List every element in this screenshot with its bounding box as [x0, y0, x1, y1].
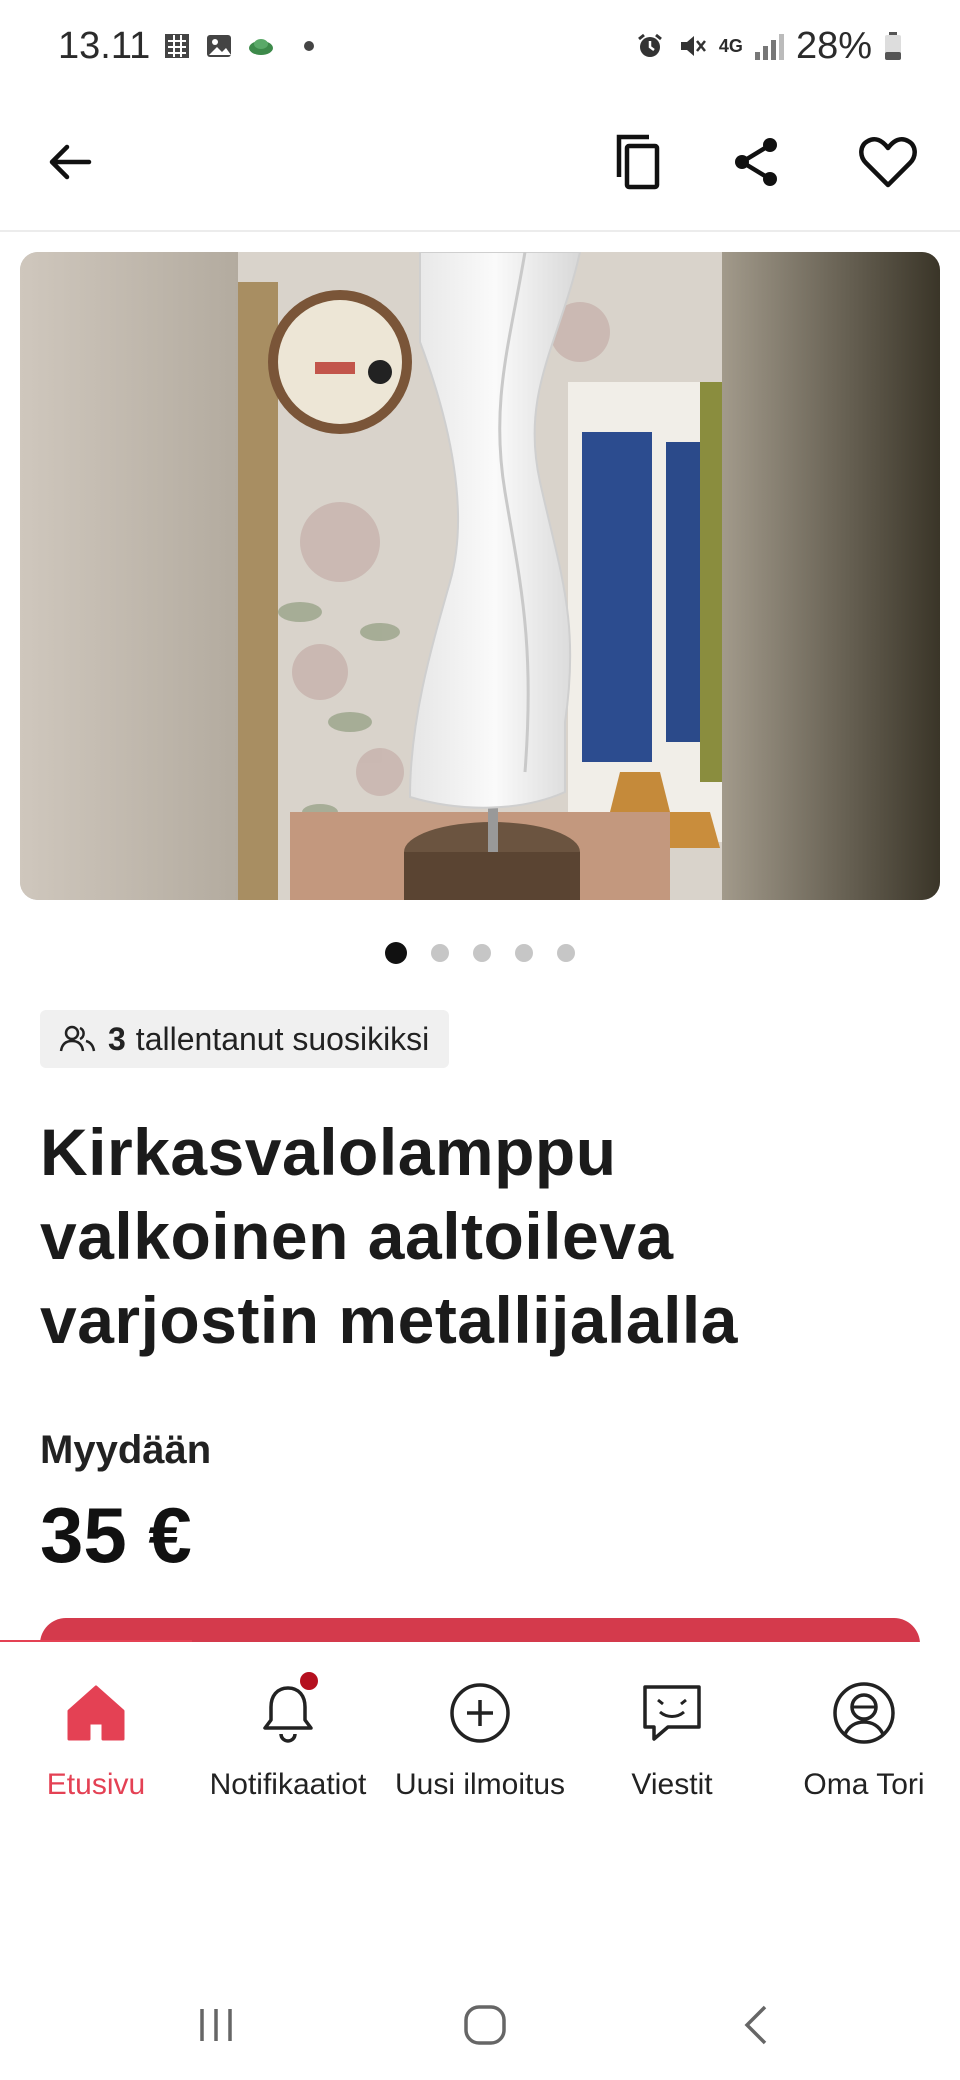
plus-circle-icon [450, 1683, 510, 1743]
favorites-text: tallentanut suosikiksi [135, 1020, 430, 1057]
pager-dot-active[interactable] [385, 942, 407, 964]
home-circle-icon [464, 2005, 506, 2045]
nav-label-notifications: Notifikaatiot [209, 1768, 367, 1801]
nav-item-home[interactable]: Etusivu [0, 1642, 192, 1838]
favorites-badge: 3 tallentanut suosikiksi [40, 1010, 450, 1068]
alarm-icon [637, 33, 662, 57]
recent-apps-icon [200, 2009, 232, 2041]
status-time: 13.11 [58, 24, 151, 67]
pager-dot[interactable] [473, 944, 491, 962]
nav-item-profile[interactable]: Oma Tori [768, 1642, 960, 1838]
nav-label-new-listing: Uusi ilmoitus [394, 1768, 566, 1801]
leaf-app-icon [249, 39, 274, 55]
favorites-count: 3 [108, 1020, 126, 1057]
notification-app-icon [165, 34, 190, 58]
share-icon [735, 138, 777, 186]
copy-button[interactable] [598, 122, 678, 202]
back-button[interactable] [30, 122, 110, 202]
nav-item-messages[interactable]: Viestit [576, 1642, 768, 1838]
heart-icon [859, 137, 917, 188]
bottom-navigation: Etusivu Notifikaatiot Uusi ilmoitus Vies… [0, 1642, 960, 1838]
bell-icon [263, 1686, 313, 1743]
top-app-bar [0, 92, 960, 232]
notification-badge [300, 1672, 318, 1690]
home-button[interactable] [455, 2000, 515, 2050]
nav-item-notifications[interactable]: Notifikaatiot [192, 1642, 384, 1838]
favorite-button[interactable] [848, 122, 928, 202]
network-type: 4G [718, 36, 743, 56]
copy-icon [616, 134, 660, 190]
sale-type-label: Myydään [40, 1428, 212, 1472]
chat-icon [643, 1685, 701, 1741]
status-bar: 13.11 4G 28% [0, 0, 960, 92]
image-pager [0, 942, 960, 964]
listing-photo[interactable] [20, 252, 940, 900]
listing-title: Kirkasvalolamppu valkoinen aaltoileva va… [40, 1115, 738, 1357]
home-icon [67, 1685, 125, 1741]
battery-icon [885, 32, 901, 60]
nav-label-profile: Oma Tori [803, 1768, 925, 1801]
battery-percent: 28% [795, 24, 872, 67]
pager-dot[interactable] [557, 944, 575, 962]
signal-icon [754, 32, 784, 60]
share-button[interactable] [716, 122, 796, 202]
status-right: 4G 28% [635, 25, 902, 68]
users-icon [59, 1025, 96, 1052]
nav-label-home: Etusivu [46, 1768, 146, 1801]
system-back-button[interactable] [726, 2000, 786, 2050]
profile-icon [833, 1682, 895, 1744]
status-left: 13.11 [58, 24, 315, 68]
nav-label-messages: Viestit [631, 1768, 713, 1801]
pager-dot[interactable] [515, 944, 533, 962]
lamp-photo-illustration [20, 252, 940, 900]
mute-icon [680, 36, 706, 56]
pager-dot[interactable] [431, 944, 449, 962]
chevron-left-icon [744, 2005, 767, 2045]
recent-apps-button[interactable] [186, 2000, 246, 2050]
gallery-icon [207, 35, 232, 57]
arrow-back-icon [49, 144, 92, 180]
more-notifications-dot [304, 41, 315, 51]
listing-price: 35 € [40, 1491, 192, 1579]
nav-item-new-listing[interactable]: Uusi ilmoitus [384, 1642, 576, 1838]
system-navigation-bar [0, 1970, 960, 2070]
